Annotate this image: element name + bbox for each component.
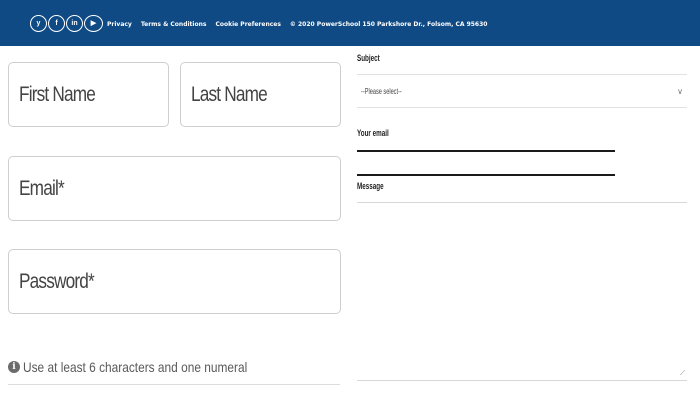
cookie-preferences-link[interactable]: Cookie Preferences: [215, 21, 280, 28]
copyright-text: © 2020 PowerSchool 150 Parkshore Dr., Fo…: [289, 21, 488, 28]
message-textarea[interactable]: ⟋: [357, 203, 687, 381]
first-name-input[interactable]: First Name: [8, 62, 169, 127]
info-icon: i: [8, 361, 20, 373]
password-hint: i Use at least 6 characters and one nume…: [8, 359, 287, 375]
privacy-link[interactable]: Privacy: [107, 21, 132, 28]
message-label: Message: [357, 181, 384, 191]
password-input[interactable]: Password*: [8, 249, 341, 314]
resize-handle-icon[interactable]: ⟋: [680, 370, 685, 378]
facebook-icon[interactable]: f: [48, 14, 65, 32]
footer-links: Privacy Terms & Conditions Cookie Prefer…: [107, 21, 496, 28]
subject-selected-value: --Please select--: [361, 86, 402, 96]
password-placeholder: Password*: [19, 269, 95, 293]
first-name-placeholder: First Name: [19, 82, 96, 106]
your-email-input[interactable]: [357, 150, 615, 176]
subject-label: Subject: [357, 53, 380, 63]
email-input[interactable]: Email*: [8, 156, 341, 221]
terms-link[interactable]: Terms & Conditions: [141, 21, 207, 28]
chevron-down-icon: ∨: [677, 86, 683, 96]
last-name-input[interactable]: Last Name: [180, 62, 341, 127]
email-placeholder: Email*: [19, 176, 65, 200]
subject-select[interactable]: --Please select-- ∨: [357, 74, 687, 108]
linkedin-icon[interactable]: in: [66, 14, 83, 32]
youtube-icon[interactable]: ▶: [84, 14, 103, 32]
last-name-placeholder: Last Name: [191, 82, 268, 106]
twitter-icon[interactable]: y: [30, 14, 47, 32]
footer-bar: y f in ▶ Privacy Terms & Conditions Cook…: [0, 0, 700, 46]
social-links: y f in ▶: [30, 14, 104, 32]
divider: [8, 384, 340, 385]
your-email-label: Your email: [357, 128, 389, 138]
password-hint-text: Use at least 6 characters and one numera…: [23, 359, 248, 375]
